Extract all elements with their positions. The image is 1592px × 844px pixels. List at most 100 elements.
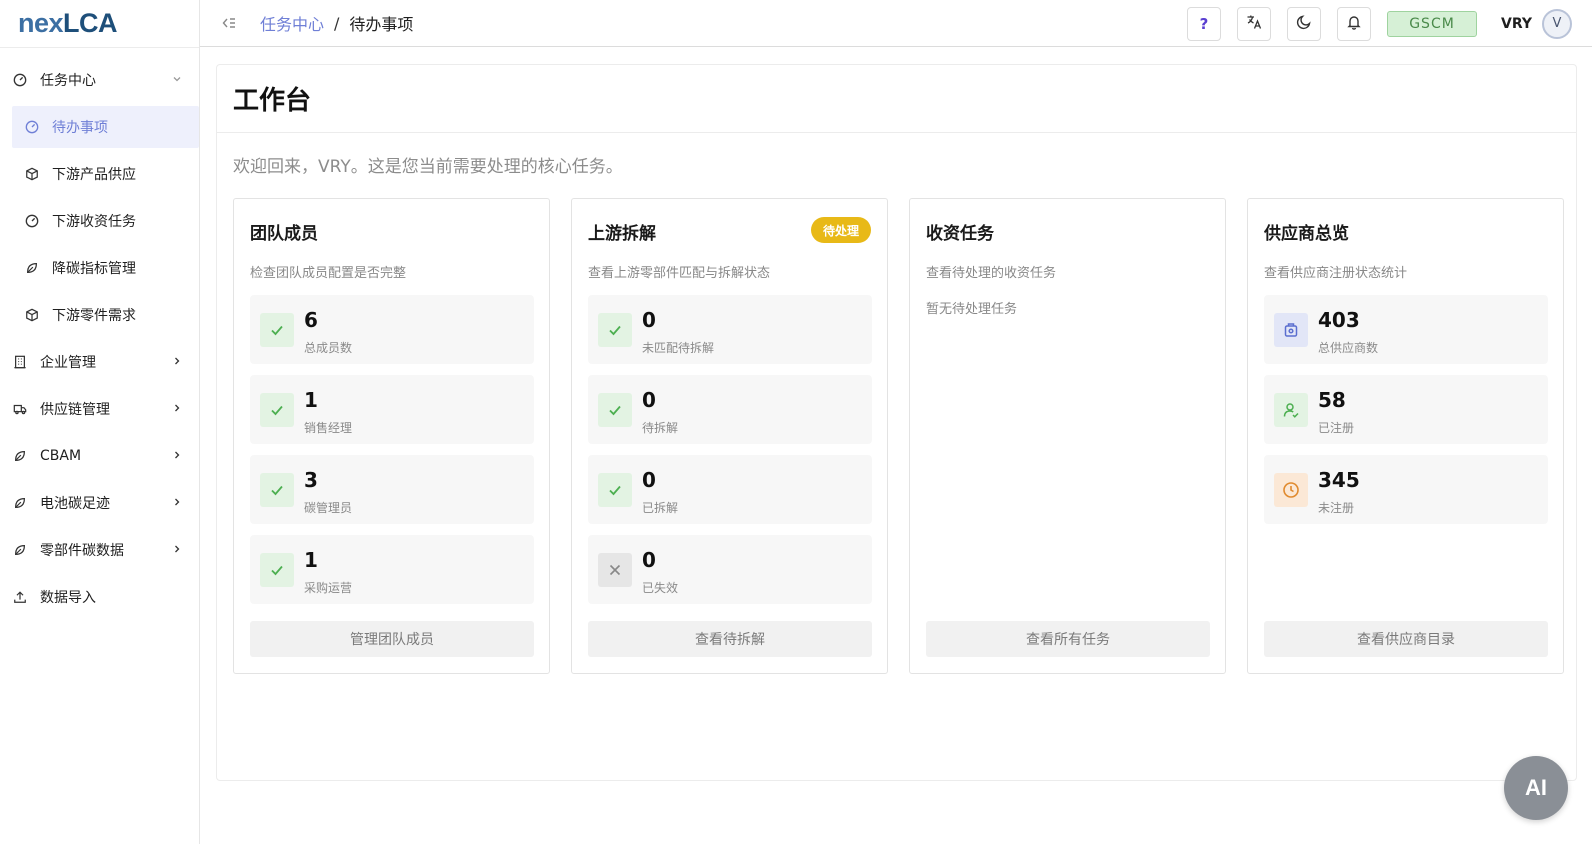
stat-label: 销售经理 [304,421,353,435]
building-icon [13,355,27,369]
check-icon [598,313,632,347]
status-badge: 待处理 [810,217,871,243]
sidebar-item-downstream-supply[interactable]: 下游产品供应 [0,153,199,195]
leaf-icon [13,496,27,510]
sidebar-item-label: 数据导入 [40,590,96,606]
stat-list: 6 总成员数 1 销售经理 3 碳管理员 1 采购运营 [250,295,534,615]
logo-text-part2: LCA [63,8,118,38]
org-tag-button[interactable]: GSCM [1387,10,1477,37]
box-icon [25,167,39,181]
stat-value: 0 [642,308,656,332]
stat-item: 403 总供应商数 [1264,295,1548,364]
check-icon [598,393,632,427]
stat-value: 0 [642,548,656,572]
card-description: 检查团队成员配置是否完整 [250,266,407,281]
sidebar-item-todo[interactable]: 待办事项 [12,106,199,148]
stat-value: 1 [304,388,318,412]
card-title: 收资任务 [926,224,994,244]
upstream-disassembly-card: 上游拆解 待处理 查看上游零部件匹配与拆解状态 0 未匹配待拆解 0 待拆解 0… [571,198,888,674]
breadcrumb-task-center[interactable]: 任务中心 [260,11,324,35]
check-icon [260,393,294,427]
app-logo[interactable]: nex LCA [0,0,199,48]
help-icon: ? [1199,14,1209,33]
logo-text-part1: nex [18,8,64,38]
language-button[interactable] [1237,6,1271,41]
workbench-panel: 工作台 欢迎回来，VRY。这是您当前需要处理的核心任务。 团队成员 检查团队成员… [216,64,1577,781]
sidebar-item-downstream-collection[interactable]: 下游收资任务 [0,200,199,242]
sidebar-item-label: 下游产品供应 [52,167,136,183]
check-icon [260,473,294,507]
card-title: 团队成员 [250,224,318,244]
ai-assistant-button[interactable]: AI [1504,756,1568,820]
theme-toggle-button[interactable] [1287,6,1321,41]
help-button[interactable]: ? [1187,6,1221,41]
welcome-message: 欢迎回来，VRY。这是您当前需要处理的核心任务。 [233,157,623,177]
gauge-icon [25,214,39,228]
sidebar-item-battery-footprint[interactable]: 电池碳足迹 [0,482,199,524]
stat-item: 6 总成员数 [250,295,534,364]
avatar[interactable]: V [1542,8,1572,39]
close-icon [598,553,632,587]
chevron-right-icon [171,543,183,555]
gauge-icon [13,73,27,87]
sidebar-item-task-center[interactable]: 任务中心 [0,59,199,101]
card-description: 查看供应商注册状态统计 [1264,266,1408,281]
sidebar-item-downstream-parts[interactable]: 下游零件需求 [0,294,199,336]
sidebar-item-data-import[interactable]: 数据导入 [0,576,199,618]
sidebar-nav: 任务中心 待办事项 下游产品供应 下游收资任务 降碳指标管理 下游零件需求 企业… [0,48,199,618]
breadcrumb-current: 待办事项 [349,15,414,34]
stat-value: 0 [642,388,656,412]
card-grid: 团队成员 检查团队成员配置是否完整 6 总成员数 1 销售经理 3 碳管理员 1… [233,198,1564,674]
stat-item: 0 已失效 [588,535,872,604]
view-all-tasks-button[interactable]: 查看所有任务 [926,621,1210,657]
box-icon [25,308,39,322]
stat-label: 采购运营 [304,581,353,595]
stat-label: 总成员数 [304,341,353,355]
stat-value: 345 [1318,468,1360,492]
stat-list: 0 未匹配待拆解 0 待拆解 0 已拆解 0 已失效 [588,295,872,615]
card-title: 上游拆解 [588,224,656,244]
stat-label: 未注册 [1318,501,1355,515]
stat-item: 0 已拆解 [588,455,872,524]
check-icon [260,553,294,587]
stat-value: 0 [642,468,656,492]
sidebar-item-label: 任务中心 [40,73,96,89]
notifications-button[interactable] [1337,6,1371,41]
manage-team-button[interactable]: 管理团队成员 [250,621,534,657]
page-title: 工作台 [233,86,312,116]
check-icon [260,313,294,347]
stat-item: 1 采购运营 [250,535,534,604]
user-name[interactable]: VRY [1501,16,1532,32]
sidebar-item-label: 下游收资任务 [52,214,136,230]
card-title: 供应商总览 [1264,224,1349,244]
stat-value: 6 [304,308,318,332]
collapse-sidebar-icon[interactable] [220,14,238,32]
leaf-icon [13,449,27,463]
stat-value: 1 [304,548,318,572]
view-supplier-directory-button[interactable]: 查看供应商目录 [1264,621,1548,657]
view-disassembly-button[interactable]: 查看待拆解 [588,621,872,657]
chevron-right-icon [171,355,183,367]
supplier-overview-card: 供应商总览 查看供应商注册状态统计 403 总供应商数 58 已注册 345 未… [1247,198,1564,674]
upload-icon [13,590,27,604]
leaf-icon [25,261,39,275]
moon-icon [1296,14,1312,34]
stat-value: 58 [1318,388,1346,412]
package-icon [1274,313,1308,347]
stat-label: 待拆解 [642,421,679,435]
stat-item: 3 碳管理员 [250,455,534,524]
stat-value: 403 [1318,308,1360,332]
sidebar-item-label: 企业管理 [40,355,96,371]
sidebar-item-parts-carbon[interactable]: 零部件碳数据 [0,529,199,571]
sidebar-item-label: CBAM [40,448,82,464]
header-actions: ? GSCM VRY V [1187,0,1592,47]
clock-icon [1274,473,1308,507]
gauge-icon [25,120,39,134]
sidebar-item-cbam[interactable]: CBAM [0,435,199,477]
sidebar-item-label: 待办事项 [52,120,108,136]
sidebar-item-carbon-targets[interactable]: 降碳指标管理 [0,247,199,289]
leaf-icon [13,543,27,557]
sidebar-item-enterprise[interactable]: 企业管理 [0,341,199,383]
panel-header: 工作台 [217,65,1576,133]
sidebar-item-supply-chain[interactable]: 供应链管理 [0,388,199,430]
